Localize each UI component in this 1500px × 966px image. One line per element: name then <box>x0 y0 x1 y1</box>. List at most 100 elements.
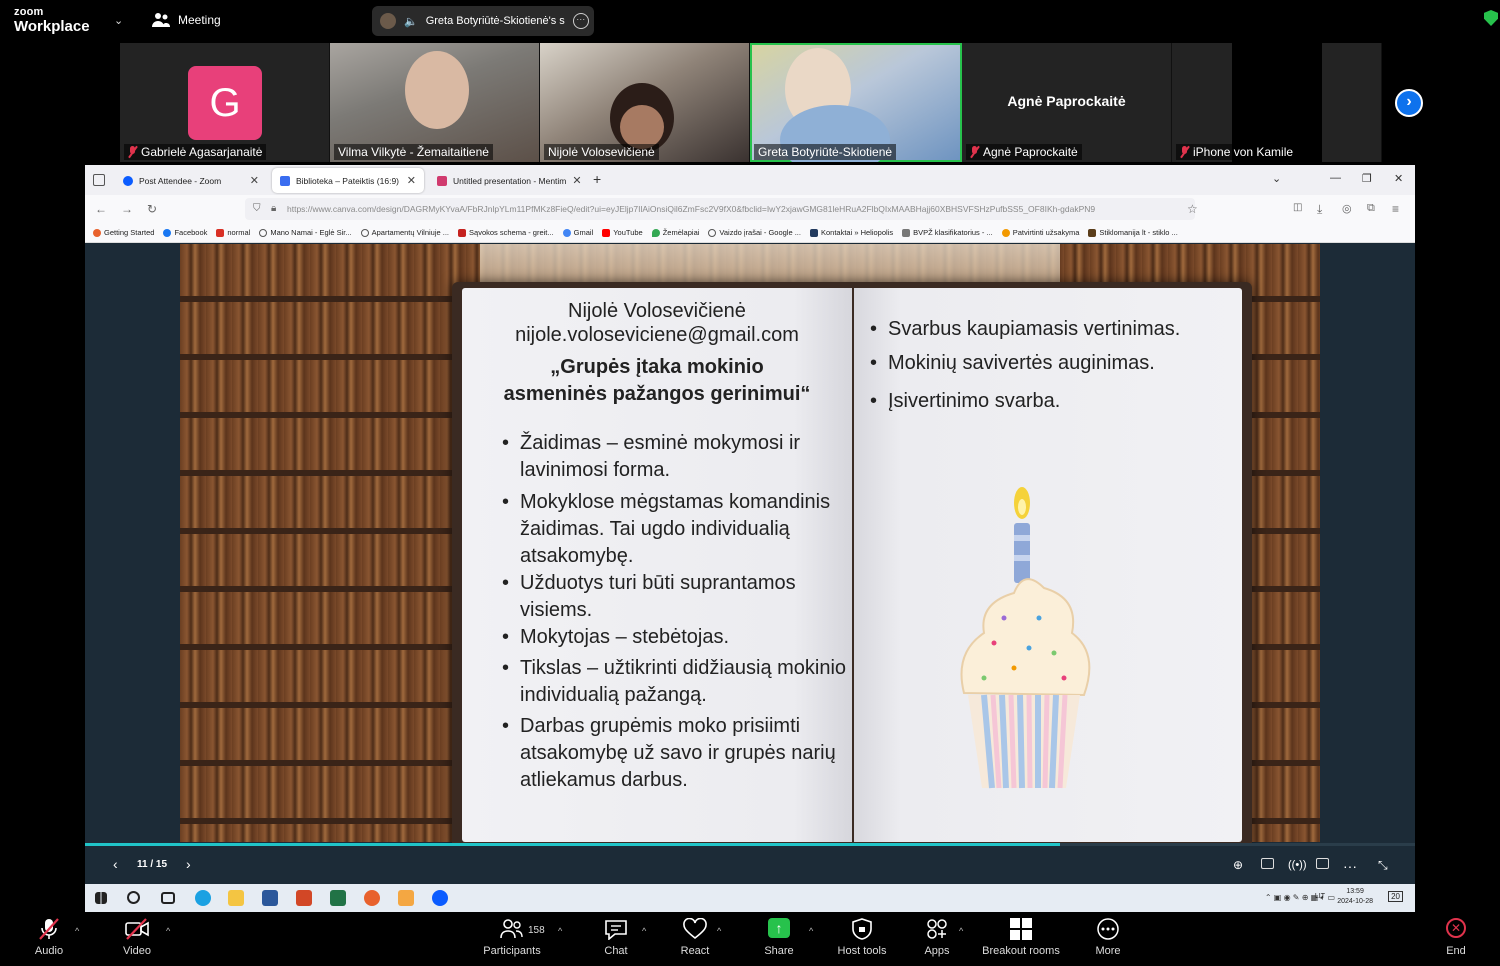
firefox-icon[interactable] <box>364 890 380 906</box>
zoom-favicon-icon <box>123 175 133 186</box>
bookmark-item[interactable]: Mano Namai - Eglė Sir... <box>259 228 352 237</box>
breakout-rooms-button[interactable]: Breakout rooms <box>980 918 1062 957</box>
browser-tab-active[interactable]: Biblioteka – Pateiktis (16:9) ✕ <box>272 168 424 193</box>
windows-start-icon[interactable] <box>95 892 107 904</box>
video-button[interactable]: Video <box>118 918 156 957</box>
participant-tile-active-speaker[interactable]: Greta Botyriūtė-Skiotienė <box>750 43 962 162</box>
audio-options-caret[interactable]: ^ <box>75 926 79 936</box>
audio-button[interactable]: Audio <box>30 918 68 957</box>
extensions-icon[interactable]: ⧉ <box>1367 202 1375 215</box>
participants-button[interactable]: Participants <box>480 918 544 957</box>
close-icon[interactable]: ✕ <box>407 174 416 187</box>
minimize-icon[interactable]: — <box>1330 172 1341 184</box>
tab-list-icon[interactable] <box>93 174 105 186</box>
host-tools-button[interactable]: Host tools <box>834 918 890 957</box>
media-player-icon[interactable] <box>398 890 414 906</box>
shield-icon[interactable]: ⛉ <box>253 203 261 214</box>
chat-button[interactable]: Chat <box>597 918 635 957</box>
notification-badge[interactable]: 20 <box>1388 891 1403 902</box>
close-icon[interactable]: ✕ <box>250 174 259 187</box>
captions-icon[interactable] <box>1261 858 1274 869</box>
react-button[interactable]: React <box>676 917 714 957</box>
exit-fullscreen-icon[interactable]: ⤡ <box>1378 858 1388 873</box>
encryption-shield-icon[interactable] <box>1484 10 1498 26</box>
bookmark-item[interactable]: Vaizdo įrašai - Google ... <box>708 228 801 237</box>
search-icon[interactable] <box>127 891 140 904</box>
bookmark-item[interactable]: Stiklomanija lt - stiklo ... <box>1088 228 1178 237</box>
clock[interactable]: 13:59 2024-10-28 <box>1337 887 1373 907</box>
word-icon[interactable] <box>262 890 278 906</box>
bookmark-item[interactable]: Patvirtinti užsakyma <box>1001 228 1079 237</box>
bookmark-item[interactable]: Kontaktai » Heliopolis <box>809 228 893 237</box>
mic-muted-icon <box>36 918 62 940</box>
mic-muted-icon <box>1180 146 1189 158</box>
account-icon[interactable]: ◎ <box>1342 202 1352 215</box>
presenter-view-icon[interactable] <box>1316 858 1329 869</box>
more-icon[interactable]: ··· <box>1343 858 1357 874</box>
participant-tile[interactable]: Vilma Vilkytė - Žemaitaitienė <box>330 43 540 162</box>
language-indicator[interactable]: LIT <box>1315 893 1325 900</box>
menu-icon[interactable]: ≡ <box>1392 202 1399 216</box>
edge-icon[interactable] <box>195 890 211 906</box>
more-button[interactable]: More <box>1089 918 1127 957</box>
bookmark-item[interactable]: BVPŽ klasifikatorius - ... <box>902 228 993 237</box>
participants-options-caret[interactable]: ^ <box>558 926 562 936</box>
active-speaker-pill[interactable]: 🔈 Greta Botyriūtė-Skiotienė's s ··· <box>372 6 594 36</box>
zoom-app-icon[interactable] <box>432 890 448 906</box>
share-options-caret[interactable]: ^ <box>809 926 813 936</box>
task-view-icon[interactable] <box>161 892 175 904</box>
audio-broadcast-icon[interactable]: ((•)) <box>1288 859 1307 871</box>
participant-tile[interactable]: Agnė Paprockaitė Agnė Paprockaitė <box>962 43 1172 162</box>
bookmark-item[interactable]: Žemėlapiai <box>651 228 699 237</box>
participant-name-label: Agnė Paprockaitė <box>966 144 1082 160</box>
download-icon[interactable]: ⤓ <box>1317 202 1322 217</box>
video-options-caret[interactable]: ^ <box>166 926 170 936</box>
apps-button[interactable]: Apps <box>918 918 956 957</box>
window-close-icon[interactable]: ✕ <box>1394 172 1403 185</box>
list-item: Mokytojas – stebėtojas. <box>502 624 847 651</box>
excel-icon[interactable] <box>330 890 346 906</box>
bookmark-item[interactable]: Facebook <box>163 228 207 237</box>
bookmark-item[interactable]: Apartamentų Vilniuje ... <box>360 228 449 237</box>
apps-options-caret[interactable]: ^ <box>959 926 963 936</box>
browser-tab[interactable]: Post Attendee - Zoom ✕ <box>115 168 267 193</box>
file-explorer-icon[interactable] <box>228 890 244 906</box>
meeting-info-button[interactable]: Meeting <box>152 12 221 28</box>
browser-tab[interactable]: Untitled presentation - Mentim ✕ <box>429 168 581 193</box>
lock-icon[interactable]: 🔒︎ <box>271 203 276 214</box>
share-screen-button[interactable]: ↑ Share <box>760 918 798 957</box>
zoom-icon[interactable]: ⊕ <box>1233 858 1243 872</box>
forward-icon[interactable]: → <box>121 202 133 216</box>
bookmark-item[interactable]: Gmail <box>562 228 593 237</box>
more-options-icon[interactable]: ··· <box>572 13 589 29</box>
end-meeting-button[interactable]: ✕ End <box>1437 918 1475 957</box>
previous-slide-icon[interactable]: ‹ <box>113 856 118 872</box>
close-icon[interactable]: ✕ <box>572 174 581 187</box>
site-icon <box>902 228 911 237</box>
bookmark-item[interactable]: Getting Started <box>93 228 154 237</box>
participant-tile[interactable]: G Gabrielė Agasarjanaitė <box>120 43 330 162</box>
url-bar[interactable]: https://www.canva.com/design/DAGRMyKYvaA… <box>245 198 1195 220</box>
powerpoint-icon[interactable] <box>296 890 312 906</box>
video-feed <box>405 51 469 129</box>
chat-options-caret[interactable]: ^ <box>642 926 646 936</box>
video-off-icon <box>124 918 150 940</box>
new-tab-icon[interactable]: + <box>593 171 601 187</box>
pocket-icon[interactable]: ◫ <box>1293 202 1302 213</box>
back-icon[interactable]: ← <box>95 202 107 216</box>
apps-icon <box>924 918 950 940</box>
react-options-caret[interactable]: ^ <box>717 926 721 936</box>
gallery-next-button[interactable]: › <box>1395 89 1423 117</box>
restore-icon[interactable]: ❐ <box>1362 172 1372 185</box>
participant-name-label: Gabrielė Agasarjanaitė <box>124 144 267 160</box>
bookmark-item[interactable]: YouTube <box>602 228 643 237</box>
participant-tile[interactable]: iPhone von Kamile <box>1172 43 1382 162</box>
next-slide-icon[interactable]: › <box>186 856 191 872</box>
reload-icon[interactable]: ↻ <box>147 202 157 216</box>
participant-tile[interactable]: Nijolė Volosevičienė <box>540 43 750 162</box>
bookmark-star-icon[interactable]: ☆ <box>1187 202 1198 216</box>
bookmark-item[interactable]: Sąvokos schema - greit... <box>458 228 554 237</box>
bookmark-item[interactable]: normal <box>216 228 250 237</box>
tab-list-dropdown-icon[interactable]: ⌄ <box>1272 172 1281 185</box>
chevron-down-icon[interactable]: ⌄ <box>114 14 123 27</box>
